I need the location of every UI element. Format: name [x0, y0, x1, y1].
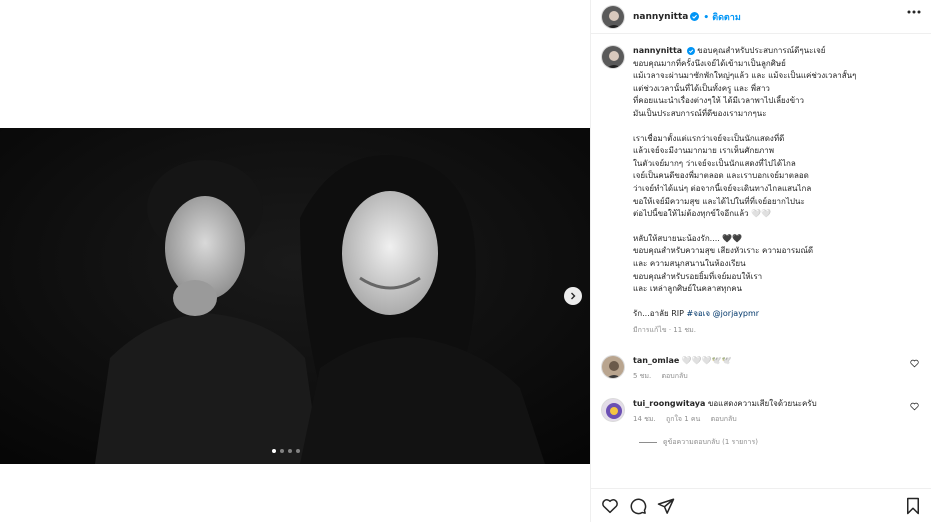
comments-scroll-area[interactable]: nannynitta ขอบคุณสำหรับประสบการณ์ดีๆนะเจ…: [591, 35, 931, 487]
caption-line: และ เหล่าลูกศิษย์ในคลาสทุกคน: [633, 284, 743, 294]
comment-item: tan_omlae 🤍🤍🤍🕊️🕊️ 5 ชม. ตอบกลับ: [601, 354, 921, 382]
author-avatar[interactable]: [601, 4, 625, 29]
caption-line: ว่าเจย์ทำได้แน่ๆ ต่อจากนี้เจย์จะเดินทางไ…: [633, 183, 812, 193]
carousel-next-button[interactable]: [564, 287, 582, 305]
caption-text: nannynitta ขอบคุณสำหรับประสบการณ์ดีๆนะเจ…: [633, 45, 918, 337]
avatar-image: [602, 355, 624, 378]
comment-item: tui_roongwitaya ขอแสดงความเสียใจด้วยนะคร…: [601, 397, 921, 425]
view-replies-label: ดูข้อความตอบกลับ (1 รายการ): [663, 437, 758, 446]
caption-line: แล้วเจย์จะมีงานมากมาย เราเห็นศักยภาพ: [633, 146, 775, 156]
more-icon[interactable]: [907, 10, 921, 14]
post-side-panel: nannynitta • ติดตาม nannynitta ขอบคุณสำห…: [590, 0, 931, 522]
carousel-dot: [288, 449, 292, 453]
comment-time: 14 ชม.: [633, 414, 656, 423]
share-button[interactable]: [657, 497, 675, 515]
follow-label: ติดตาม: [712, 12, 741, 23]
caption-signoff: รัก...อาลัย RIP: [633, 308, 687, 318]
comment-text: 🤍🤍🤍🕊️🕊️: [681, 355, 732, 365]
post-actions-bar: [591, 488, 931, 522]
carousel-dot: [296, 449, 300, 453]
heart-icon: [602, 498, 618, 513]
commenter-avatar[interactable]: [601, 354, 625, 379]
post-photo[interactable]: [0, 128, 590, 464]
comment-meta: 14 ชม. ถูกใจ 1 คน ตอบกลับ: [633, 413, 817, 425]
view-replies-button[interactable]: ดูข้อความตอบกลับ (1 รายการ): [639, 437, 921, 448]
post-modal: nannynitta • ติดตาม nannynitta ขอบคุณสำห…: [0, 0, 931, 522]
reply-button[interactable]: ตอบกลับ: [662, 372, 688, 380]
verified-icon: [690, 12, 700, 21]
post-header: nannynitta • ติดตาม: [591, 0, 931, 34]
verified-icon: [686, 46, 695, 55]
chevron-right-icon: [571, 292, 576, 300]
heart-icon[interactable]: [910, 359, 919, 368]
commenter-username[interactable]: tui_roongwitaya: [633, 399, 705, 408]
caption-line: มันเป็นประสบการณ์ที่ดีของเรามากๆนะ: [633, 108, 767, 118]
caption-username[interactable]: nannynitta: [633, 46, 682, 55]
caption-line: ที่คอยแนะนำเรื่องต่างๆให้ ได้มีเวลาพาไปเ…: [633, 96, 805, 106]
caption-edited-time: มีการแก้ไข · 11 ชม.: [633, 326, 696, 335]
mention-link[interactable]: @jorjaypmr: [713, 309, 759, 318]
avatar-image: [602, 398, 624, 421]
caption-line: ขอให้เจย์มีความสุข และได้ไปในที่ที่เจย์อ…: [633, 196, 805, 206]
comment-meta: 5 ชม. ตอบกลับ: [633, 370, 732, 382]
comment-icon: [630, 498, 647, 514]
comment-time: 5 ชม.: [633, 371, 652, 380]
author-username[interactable]: nannynitta: [633, 12, 688, 22]
heart-icon[interactable]: [910, 402, 919, 411]
caption-avatar[interactable]: [601, 45, 625, 69]
caption-line: ในตัวเจย์มากๆ ว่าเจย์จะเป็นนักแสดงที่ไปไ…: [633, 158, 796, 168]
comment-text: ขอแสดงความเสียใจด้วยนะครับ: [707, 398, 817, 408]
replies-divider: [639, 441, 657, 443]
commenter-avatar[interactable]: [601, 397, 625, 422]
comment-body: tui_roongwitaya ขอแสดงความเสียใจด้วยนะคร…: [633, 398, 817, 425]
commenter-username[interactable]: tan_omlae: [633, 356, 679, 365]
avatar-image: [602, 46, 624, 68]
media-panel: [0, 0, 590, 522]
follow-button[interactable]: • ติดตาม: [703, 10, 740, 24]
caption-line: ขอบคุณมากที่ครั้งนึงเจย์ได้เข้ามาเป็นลูก…: [633, 58, 786, 68]
caption-line: เราเชื่อมาตั้งแต่แรกว่าเจย์จะเป็นนักแสดง…: [633, 133, 785, 143]
comment-likes[interactable]: ถูกใจ 1 คน: [666, 415, 700, 423]
carousel-dot: [272, 449, 276, 453]
carousel-dot: [280, 449, 284, 453]
caption-line: และ ความสนุกสนานในห้องเรียน: [633, 258, 746, 268]
avatar-image: [602, 5, 624, 28]
photo-image: [0, 128, 590, 464]
bookmark-icon: [907, 497, 919, 514]
caption-line: แต่ช่วงเวลานั้นที่ได้เป็นทั้งครู และ พี่…: [633, 83, 770, 93]
caption-line: ขอบคุณสำหรับรอยยิ้มที่เจย์มอบให้เรา: [633, 271, 763, 281]
caption-line: ต่อไปนี้ขอให้ไม่ต้องทุกข์ใจอีกแล้ว 🤍🤍: [633, 209, 772, 219]
comment-body: tan_omlae 🤍🤍🤍🕊️🕊️ 5 ชม. ตอบกลับ: [633, 355, 732, 382]
hashtag-link[interactable]: #จอเจ: [686, 309, 710, 318]
caption-line: แม้เวลาจะผ่านมาซักพักใหญ่ๆแล้ว และ แม้จะ…: [633, 71, 857, 81]
share-icon: [657, 498, 675, 514]
reply-button[interactable]: ตอบกลับ: [711, 415, 737, 423]
caption-line: หลับให้สบายนะน้องรัก.... 🖤🖤: [633, 233, 743, 243]
post-caption: nannynitta ขอบคุณสำหรับประสบการณ์ดีๆนะเจ…: [601, 45, 921, 337]
caption-line: เจย์เป็นคนดีของพี่มาตลอด และเราบอกเจย์มา…: [633, 171, 809, 181]
save-button[interactable]: [905, 497, 921, 515]
caption-line: ขอบคุณสำหรับความสุข เสียงหัวเราะ ความอาร…: [633, 246, 814, 256]
comment-button[interactable]: [629, 497, 647, 515]
carousel-indicator: [272, 449, 300, 453]
like-button[interactable]: [601, 497, 619, 515]
caption-line: ขอบคุณสำหรับประสบการณ์ดีๆนะเจย์: [697, 46, 826, 55]
